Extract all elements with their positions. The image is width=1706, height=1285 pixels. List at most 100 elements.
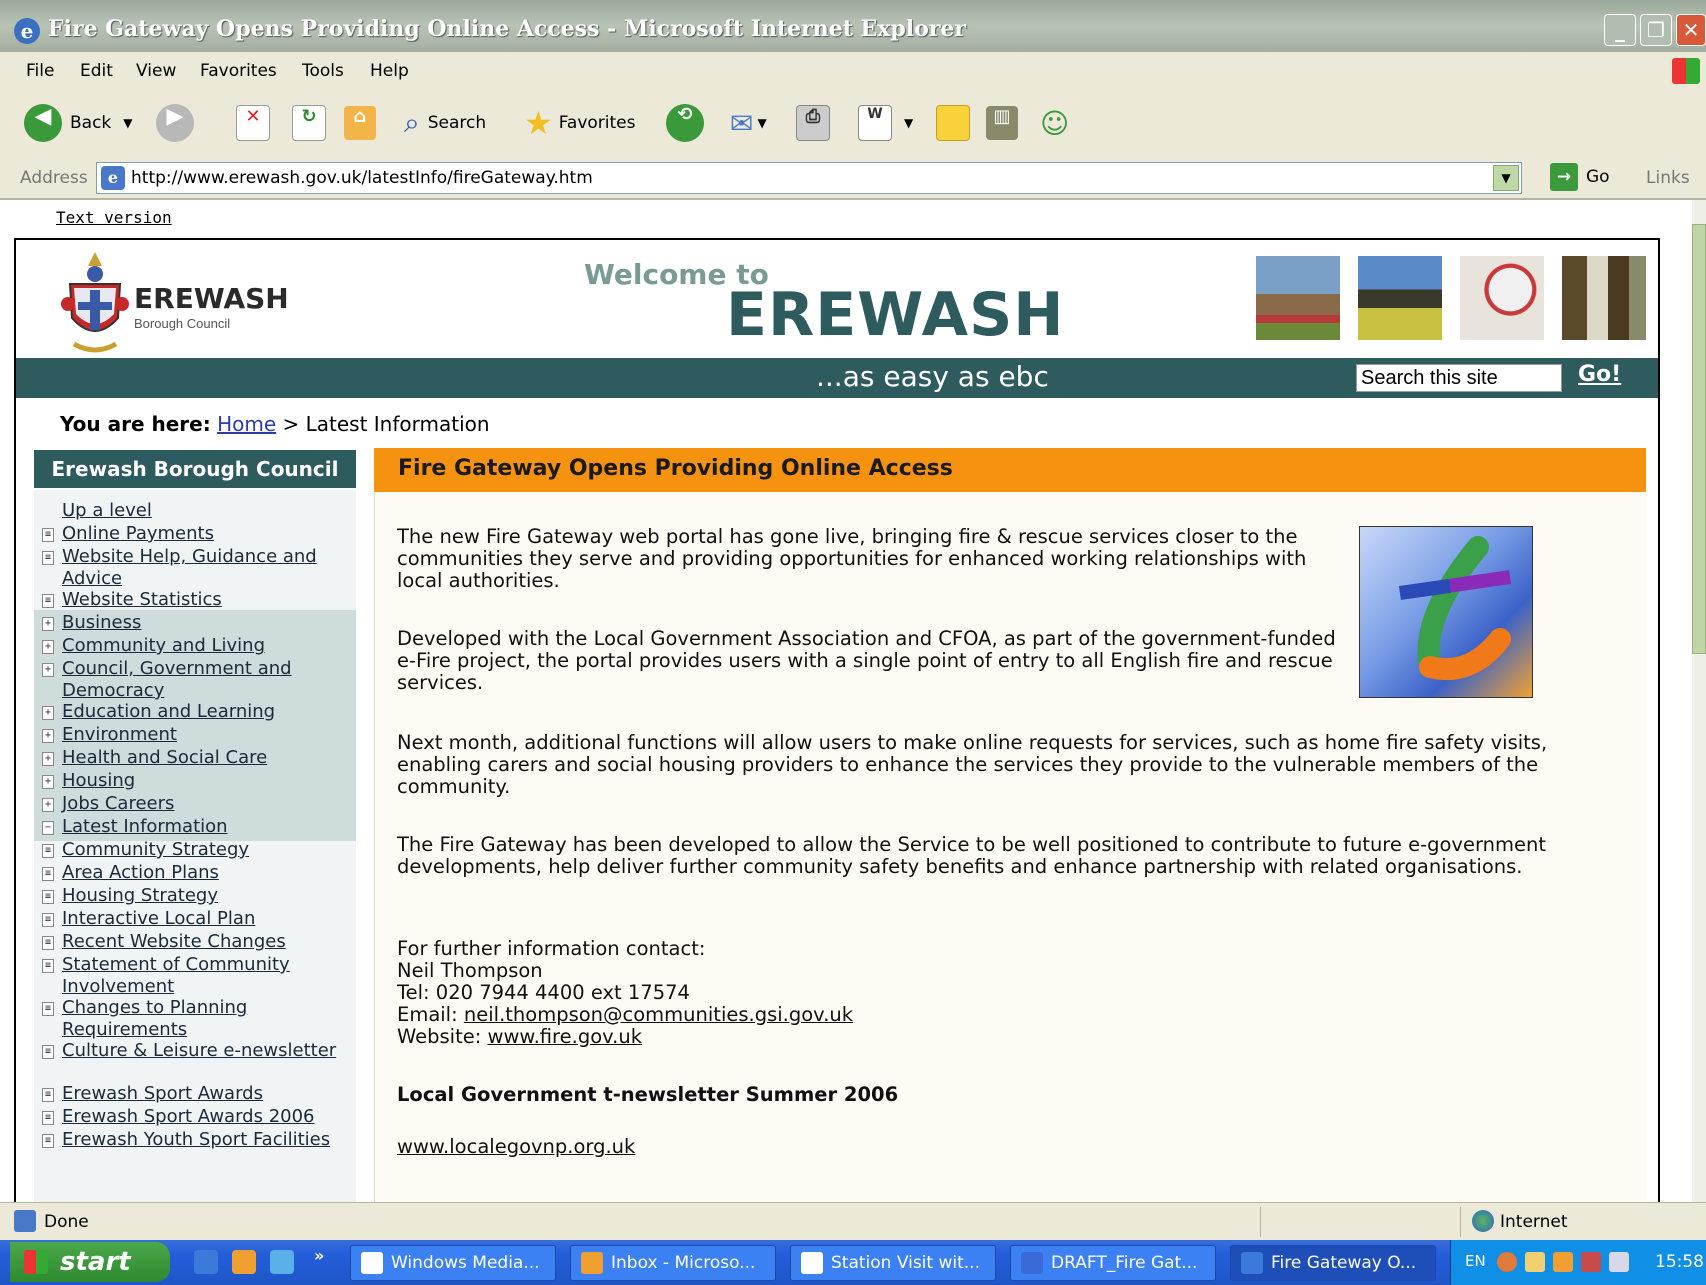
- page-icon[interactable]: ≡: [42, 528, 54, 542]
- page-icon[interactable]: ≡: [42, 1134, 54, 1148]
- stop-button[interactable]: ✕: [236, 102, 270, 144]
- page-icon[interactable]: ≡: [42, 1045, 54, 1059]
- sidebar-item[interactable]: Changes to Planning Requirements: [62, 997, 352, 1041]
- collapse-icon[interactable]: −: [42, 821, 54, 835]
- ie-quicklaunch-icon[interactable]: [194, 1250, 218, 1274]
- sidebar-item[interactable]: Environment: [62, 724, 352, 746]
- page-icon[interactable]: ≡: [42, 594, 54, 608]
- newsletter-link[interactable]: www.localegovnp.org.uk: [397, 1135, 635, 1158]
- menu-edit[interactable]: Edit: [80, 61, 113, 81]
- sidebar-item[interactable]: Health and Social Care: [62, 747, 352, 769]
- menu-file[interactable]: File: [26, 61, 54, 81]
- expand-icon[interactable]: +: [42, 752, 54, 766]
- tray-clock-icon[interactable]: [1553, 1252, 1573, 1272]
- tray-network-icon[interactable]: [1609, 1252, 1629, 1272]
- research-button[interactable]: ▥: [986, 102, 1018, 144]
- expand-icon[interactable]: +: [42, 775, 54, 789]
- expand-icon[interactable]: +: [42, 663, 54, 677]
- breadcrumb-home-link[interactable]: Home: [217, 412, 276, 436]
- vertical-scrollbar[interactable]: [1692, 200, 1706, 1202]
- address-dropdown-icon[interactable]: ▼: [1493, 165, 1519, 191]
- start-button[interactable]: start: [10, 1242, 170, 1282]
- expand-icon[interactable]: +: [42, 640, 54, 654]
- sidebar-item[interactable]: Recent Website Changes: [62, 931, 352, 953]
- page-icon[interactable]: ≡: [42, 890, 54, 904]
- home-button[interactable]: ⌂: [344, 102, 376, 144]
- outlook-quicklaunch-icon[interactable]: [232, 1250, 256, 1274]
- mail-button[interactable]: ✉ ▼: [730, 102, 767, 144]
- page-icon[interactable]: ≡: [42, 959, 54, 973]
- sidebar-item[interactable]: Housing Strategy: [62, 885, 352, 907]
- page-icon[interactable]: ≡: [42, 1111, 54, 1125]
- expand-icon[interactable]: +: [42, 729, 54, 743]
- sidebar-item[interactable]: Area Action Plans: [62, 862, 352, 884]
- address-input[interactable]: e http://www.erewash.gov.uk/latestInfo/f…: [96, 162, 1522, 194]
- minimize-button[interactable]: _: [1604, 14, 1636, 46]
- sidebar-item[interactable]: Culture & Leisure e-newsletter: [62, 1040, 352, 1062]
- sidebar-item[interactable]: Website Help, Guidance and Advice: [62, 546, 352, 590]
- forward-button[interactable]: ▶: [156, 102, 194, 144]
- scrollbar-thumb[interactable]: [1692, 224, 1706, 654]
- sidebar-item[interactable]: Erewash Sport Awards 2006: [62, 1106, 352, 1128]
- menu-view[interactable]: View: [136, 61, 176, 81]
- site-search-go-button[interactable]: Go!: [1578, 362, 1621, 387]
- page-icon[interactable]: ≡: [42, 936, 54, 950]
- page-icon[interactable]: ≡: [42, 551, 54, 565]
- restore-button[interactable]: ❐: [1640, 14, 1672, 46]
- refresh-button[interactable]: ↻: [292, 102, 326, 144]
- taskbar-button[interactable]: DRAFT_Fire Gat...: [1010, 1245, 1216, 1281]
- menu-favorites[interactable]: Favorites: [200, 61, 277, 81]
- search-button[interactable]: ⌕ Search: [404, 102, 486, 144]
- sidebar-item[interactable]: Business: [62, 612, 352, 634]
- taskbar-button[interactable]: Windows Media...: [350, 1245, 556, 1281]
- quicklaunch-more-icon[interactable]: »: [314, 1246, 324, 1265]
- sidebar-item[interactable]: Jobs Careers: [62, 793, 352, 815]
- website-link[interactable]: www.fire.gov.uk: [488, 1025, 643, 1048]
- menu-tools[interactable]: Tools: [302, 61, 344, 81]
- site-search-input[interactable]: Search this site: [1356, 364, 1562, 392]
- sidebar-item[interactable]: Interactive Local Plan: [62, 908, 352, 930]
- sidebar-item[interactable]: Up a level: [62, 500, 352, 522]
- print-button[interactable]: ⎙: [796, 102, 830, 144]
- edit-button[interactable]: W ▼: [858, 102, 913, 144]
- desktop-quicklaunch-icon[interactable]: [270, 1250, 294, 1274]
- go-button[interactable]: → Go: [1550, 163, 1610, 191]
- page-icon[interactable]: ≡: [42, 1088, 54, 1102]
- menu-help[interactable]: Help: [370, 61, 409, 81]
- tray-arrow-icon[interactable]: [1497, 1252, 1517, 1272]
- sidebar-item[interactable]: Community and Living: [62, 635, 352, 657]
- email-link[interactable]: neil.thompson@communities.gsi.gov.uk: [464, 1003, 853, 1026]
- taskbar-button[interactable]: Station Visit wit...: [790, 1245, 996, 1281]
- page-icon[interactable]: ≡: [42, 913, 54, 927]
- taskbar-button[interactable]: Inbox - Microso...: [570, 1245, 776, 1281]
- tray-mail-icon[interactable]: [1525, 1252, 1545, 1272]
- sidebar-item[interactable]: Erewash Sport Awards: [62, 1083, 352, 1105]
- sidebar-item[interactable]: Community Strategy: [62, 839, 352, 861]
- sidebar-item[interactable]: Council, Government and Democracy: [62, 658, 352, 702]
- sidebar-item[interactable]: Housing: [62, 770, 352, 792]
- sidebar-item[interactable]: Erewash Youth Sport Facilities: [62, 1129, 352, 1151]
- history-button[interactable]: ⟲: [666, 102, 704, 144]
- page-icon[interactable]: ≡: [42, 867, 54, 881]
- tray-app-icon[interactable]: [1581, 1252, 1601, 1272]
- favorites-button[interactable]: ★ Favorites: [524, 102, 635, 144]
- discuss-button[interactable]: [936, 102, 970, 144]
- text-version-link[interactable]: Text version: [56, 208, 172, 227]
- expand-icon[interactable]: +: [42, 798, 54, 812]
- expand-icon[interactable]: +: [42, 706, 54, 720]
- page-icon[interactable]: ≡: [42, 844, 54, 858]
- messenger-button[interactable]: ☺: [1040, 102, 1069, 144]
- expand-icon[interactable]: +: [42, 617, 54, 631]
- page-icon[interactable]: ≡: [42, 1002, 54, 1016]
- language-indicator[interactable]: EN: [1465, 1252, 1486, 1270]
- nav-heading: Erewash Borough Council: [34, 450, 356, 488]
- sidebar-item[interactable]: Statement of Community Involvement: [62, 954, 352, 998]
- back-button[interactable]: ◀ Back ▼: [24, 102, 133, 144]
- sidebar-item[interactable]: Latest Information: [62, 816, 352, 838]
- links-toolbar[interactable]: Links: [1646, 168, 1690, 188]
- taskbar-button[interactable]: Fire Gateway O...: [1230, 1245, 1436, 1281]
- sidebar-item[interactable]: Website Statistics: [62, 589, 352, 611]
- sidebar-item[interactable]: Education and Learning: [62, 701, 352, 723]
- close-button[interactable]: ✕: [1676, 14, 1706, 46]
- sidebar-item[interactable]: Online Payments: [62, 523, 352, 545]
